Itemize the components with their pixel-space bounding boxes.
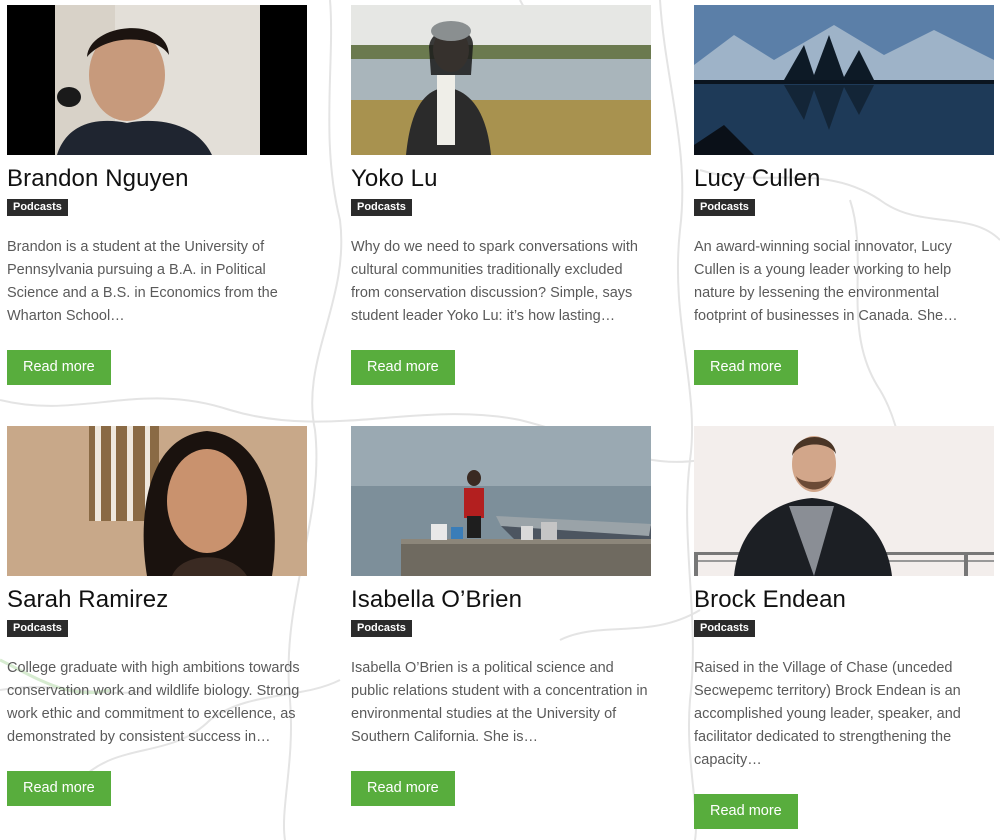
person-name[interactable]: Lucy Cullen — [694, 165, 994, 193]
excerpt: An award-winning social innovator, Lucy … — [694, 239, 958, 324]
card-isabella-obrien: Isabella O’Brien Podcasts Isabella O’Bri… — [351, 426, 651, 806]
category-badge[interactable]: Podcasts — [694, 620, 755, 637]
card-sarah-ramirez: Sarah Ramirez Podcasts College graduate … — [7, 426, 307, 806]
profile-photo[interactable] — [351, 5, 651, 155]
read-more-button[interactable]: Read more — [351, 771, 455, 806]
category-badge[interactable]: Podcasts — [7, 199, 68, 216]
profile-photo[interactable] — [694, 5, 994, 155]
person-name[interactable]: Yoko Lu — [351, 165, 651, 193]
read-more-button[interactable]: Read more — [7, 771, 111, 806]
profile-photo[interactable] — [7, 426, 307, 576]
card-brock-endean: Brock Endean Podcasts Raised in the Vill… — [694, 426, 994, 829]
read-more-button[interactable]: Read more — [694, 350, 798, 385]
category-badge[interactable]: Podcasts — [351, 620, 412, 637]
profile-photo[interactable] — [694, 426, 994, 576]
excerpt: Isabella O’Brien is a political science … — [351, 660, 648, 745]
read-more-button[interactable]: Read more — [7, 350, 111, 385]
person-name[interactable]: Brock Endean — [694, 586, 994, 614]
profile-photo[interactable] — [7, 5, 307, 155]
excerpt: College graduate with high ambitions tow… — [7, 660, 300, 745]
category-badge[interactable]: Podcasts — [694, 199, 755, 216]
person-name[interactable]: Isabella O’Brien — [351, 586, 651, 614]
card-yoko-lu: Yoko Lu Podcasts Why do we need to spark… — [351, 5, 651, 385]
category-badge[interactable]: Podcasts — [7, 620, 68, 637]
category-badge[interactable]: Podcasts — [351, 199, 412, 216]
excerpt: Raised in the Village of Chase (unceded … — [694, 660, 961, 768]
excerpt: Brandon is a student at the University o… — [7, 239, 278, 324]
excerpt: Why do we need to spark conversations wi… — [351, 239, 638, 324]
card-lucy-cullen: Lucy Cullen Podcasts An award-winning so… — [694, 5, 994, 385]
read-more-button[interactable]: Read more — [694, 794, 798, 829]
profile-photo[interactable] — [351, 426, 651, 576]
read-more-button[interactable]: Read more — [351, 350, 455, 385]
person-name[interactable]: Brandon Nguyen — [7, 165, 307, 193]
person-name[interactable]: Sarah Ramirez — [7, 586, 307, 614]
card-brandon-nguyen: Brandon Nguyen Podcasts Brandon is a stu… — [7, 5, 307, 385]
